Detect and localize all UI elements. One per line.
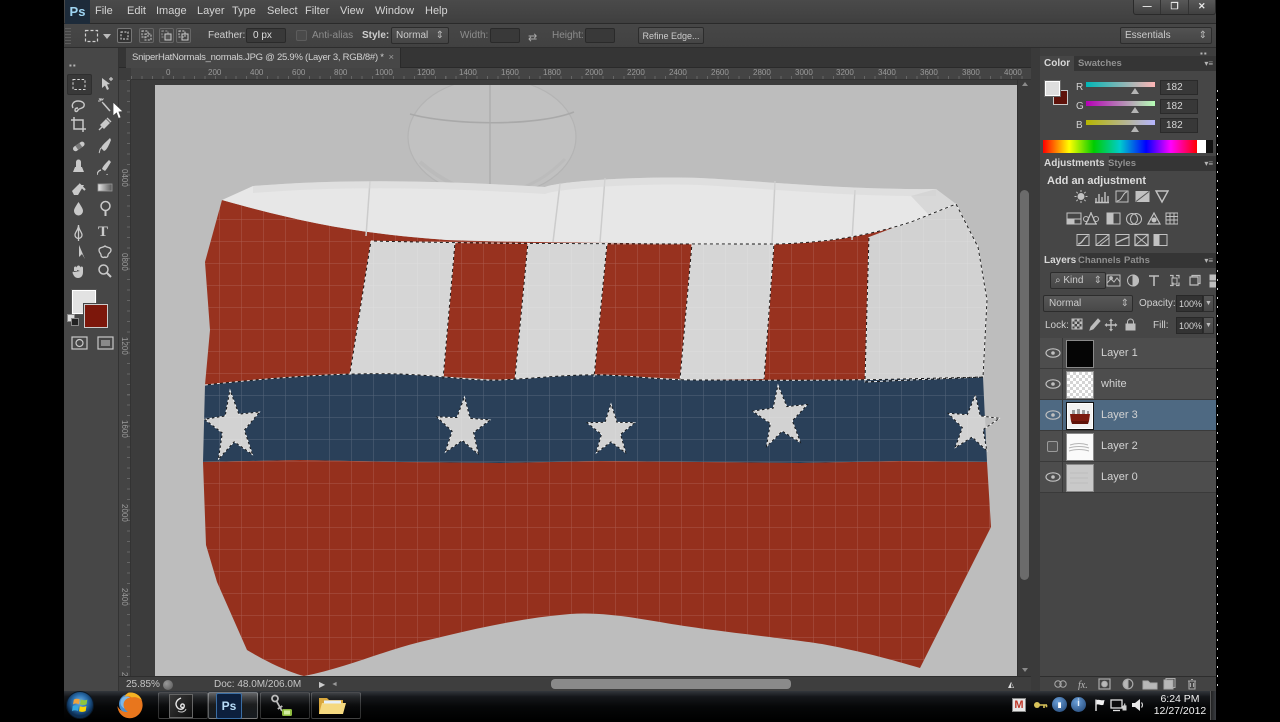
svg-text:fx.: fx. <box>1078 680 1088 690</box>
